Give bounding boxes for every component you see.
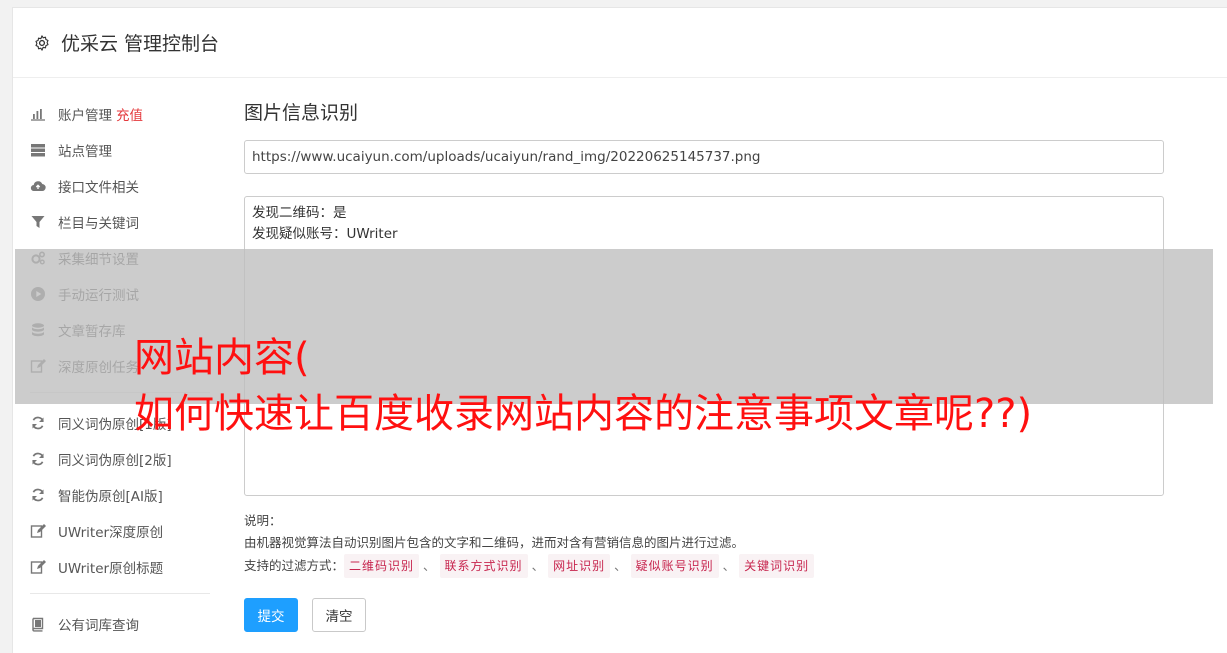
edit-icon: [30, 523, 46, 539]
refresh-icon: [30, 451, 46, 467]
sidebar-divider: [30, 593, 210, 594]
filter-methods: 支持的过滤方式： 二维码识别 、 联系方式识别 、 网址识别 、 疑似账号识别 …: [244, 554, 1164, 578]
recharge-link[interactable]: 充值: [116, 104, 143, 124]
sidebar-item-label: 栏目与关键词: [58, 216, 139, 232]
tag-separator: 、: [531, 558, 545, 573]
sidebar-item-label: 站点管理: [58, 144, 112, 160]
sidebar-item-api-files[interactable]: 接口文件相关: [30, 168, 210, 204]
sidebar-item-uwriter-title[interactable]: UWriter原创标题: [30, 549, 210, 585]
refresh-icon: [30, 415, 46, 431]
tag-separator: 、: [423, 558, 436, 573]
sidebar-item-label: 智能伪原创[AI版]: [58, 489, 163, 505]
filter-icon: [30, 214, 46, 230]
sidebar-item-columns-keywords[interactable]: 栏目与关键词: [30, 204, 210, 240]
button-row: 提交 清空: [244, 598, 1164, 632]
gear-icon: [35, 34, 49, 51]
overlay-line-1: 网站内容(: [134, 335, 310, 381]
panel-header: 优采云 管理控制台: [13, 8, 1227, 78]
sidebar-item-label: UWriter原创标题: [58, 561, 164, 577]
sidebar-item-account[interactable]: 账户管理 充值: [30, 96, 210, 132]
book-icon: [30, 616, 46, 632]
edit-icon: [30, 559, 46, 575]
filter-tag: 联系方式识别: [439, 554, 528, 578]
sidebar-item-synonym-v2[interactable]: 同义词伪原创[2版]: [30, 441, 210, 477]
server-icon: [30, 142, 46, 158]
filter-tag: 疑似账号识别: [630, 554, 719, 578]
filter-label: 支持的过滤方式：: [244, 558, 345, 573]
notes-label: 说明：: [244, 513, 282, 528]
refresh-icon: [30, 487, 46, 503]
sidebar-item-label: 账户管理: [58, 108, 112, 124]
overlay-title: 网站内容( 如何快速让百度收录网站内容的注意事项文章呢??): [134, 330, 1032, 442]
result-line: 发现二维码：是: [252, 205, 347, 221]
filter-tag: 二维码识别: [344, 554, 420, 578]
section-title: 图片信息识别: [244, 102, 359, 124]
overlay-line-2: 如何快速让百度收录网站内容的注意事项文章呢??): [134, 391, 1033, 437]
clear-button[interactable]: 清空: [312, 598, 366, 632]
sidebar-item-uwriter-deep[interactable]: UWriter深度原创: [30, 513, 210, 549]
bar-chart-icon: [30, 106, 46, 122]
tag-separator: 、: [614, 558, 627, 573]
sidebar-item-public-lexicon[interactable]: 公有词库查询: [30, 606, 210, 642]
page-title: 优采云 管理控制台: [61, 33, 220, 55]
sidebar-item-label: UWriter深度原创: [58, 525, 164, 541]
notes: 说明： 由机器视觉算法自动识别图片包含的文字和二维码，进而对含有营销信息的图片进…: [244, 510, 1164, 578]
filter-tag: 关键词识别: [739, 554, 815, 578]
tag-separator: 、: [722, 558, 736, 573]
sidebar-item-sites[interactable]: 站点管理: [30, 132, 210, 168]
submit-button[interactable]: 提交: [244, 598, 298, 632]
sidebar-item-label: 接口文件相关: [58, 180, 139, 196]
notes-description: 由机器视觉算法自动识别图片包含的文字和二维码，进而对含有营销信息的图片进行过滤。: [244, 535, 745, 550]
sidebar-item-ai-rewrite[interactable]: 智能伪原创[AI版]: [30, 477, 210, 513]
filter-tag: 网址识别: [548, 554, 611, 578]
cloud-upload-icon: [30, 178, 46, 194]
sidebar-item-label: 同义词伪原创[2版]: [58, 453, 172, 469]
result-line: 发现疑似账号：UWriter: [252, 226, 398, 242]
sidebar-item-label: 公有词库查询: [58, 618, 139, 634]
image-url-input[interactable]: https://www.ucaiyun.com/uploads/ucaiyun/…: [244, 140, 1164, 174]
